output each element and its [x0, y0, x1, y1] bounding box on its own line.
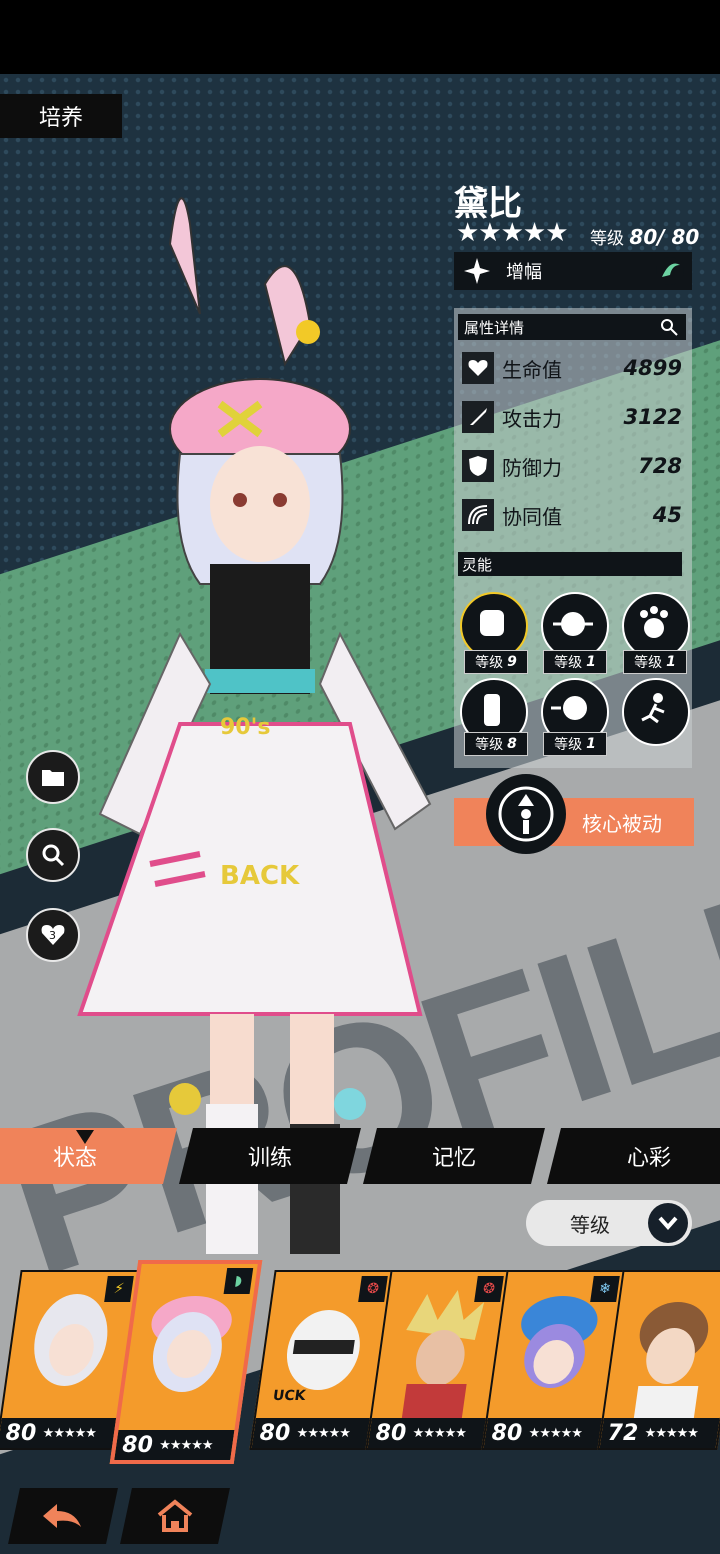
- skill-level-badge: 等级 8: [464, 732, 528, 756]
- folder-icon: [42, 770, 64, 786]
- skill-level-badge: 等级 9: [464, 650, 528, 674]
- character-level: 等级 80/ 80: [590, 224, 699, 249]
- synergy-icon: [462, 499, 494, 531]
- stat-value: 4899: [623, 356, 682, 380]
- skill-running[interactable]: [622, 678, 690, 746]
- tab-training[interactable]: 训练: [179, 1128, 361, 1184]
- wind-element-icon: [656, 257, 684, 285]
- sort-dropdown[interactable]: 等级: [526, 1200, 692, 1246]
- running-figure-icon: [641, 693, 665, 724]
- stat-value: 728: [638, 454, 682, 478]
- stat-label: 攻击力: [502, 406, 562, 431]
- svg-text:3: 3: [49, 929, 56, 942]
- stat-label: 协同值: [502, 504, 562, 529]
- home-button[interactable]: [120, 1488, 230, 1544]
- sort-label: 等级: [570, 1212, 610, 1237]
- stat-label: 生命值: [502, 357, 562, 382]
- character-roster: ⚡ 80 ★★★★★ ◗ 80 ★★★★★ UCK ❂ 80 ★★★★★ ❂ 80 ★★…: [0, 1260, 720, 1466]
- game-screen: PROFILES BACK 90's 培养 3 黛比 ★★★★★ 等级 80/ …: [0, 74, 720, 1554]
- stat-row-attack: 攻击力 3122: [462, 397, 682, 437]
- fist-icon: [480, 610, 504, 636]
- inspect-button[interactable]: [26, 828, 80, 882]
- lightning-element-icon: ⚡: [104, 1276, 134, 1302]
- skill-level-badge: 等级 1: [543, 650, 607, 674]
- level-label: 等级: [590, 229, 624, 249]
- blast-icon: [553, 612, 593, 636]
- attribute-header[interactable]: 属性详情: [458, 314, 686, 340]
- svg-text:90's: 90's: [220, 715, 270, 740]
- level-value: 80/ 80: [629, 225, 700, 249]
- ice-element-icon: ❄: [590, 1276, 620, 1302]
- search-icon[interactable]: [660, 318, 678, 336]
- stat-value: 45: [652, 503, 682, 527]
- folder-button[interactable]: [26, 750, 80, 804]
- chevron-down-icon: [648, 1203, 688, 1243]
- back-button[interactable]: [8, 1488, 118, 1544]
- character-portrait: [633, 1302, 709, 1418]
- core-passive-emblem[interactable]: [486, 774, 566, 854]
- stat-row-synergy: 协同值 45: [462, 495, 682, 535]
- stat-row-defense: 防御力 728: [462, 446, 682, 486]
- core-passive-label: 核心被动: [582, 811, 662, 836]
- psi-header: 灵能: [458, 552, 682, 576]
- psi-title: 灵能: [462, 555, 493, 574]
- character-stars: ★★★★★: [456, 218, 569, 248]
- paw-hand-icon: [640, 606, 668, 638]
- home-icon: [157, 1499, 193, 1532]
- fire-element-icon: ❂: [358, 1276, 388, 1302]
- heart-rank-icon: 3: [41, 925, 65, 945]
- heart-icon: [462, 352, 494, 384]
- stat-label: 防御力: [502, 455, 562, 480]
- fire-element-icon: ❂: [474, 1276, 504, 1302]
- magnifier-icon: [42, 844, 65, 867]
- punch-icon: [551, 696, 587, 720]
- attribute-title: 属性详情: [464, 318, 525, 337]
- page-tag: 培养: [0, 94, 122, 138]
- back-arrow-icon: [43, 1504, 81, 1528]
- amplify-row[interactable]: 增幅: [454, 252, 692, 290]
- skill-level-badge: 等级 1: [623, 650, 687, 674]
- glove-icon: [484, 694, 500, 726]
- svg-text:BACK: BACK: [220, 861, 300, 891]
- spark-icon: [464, 258, 490, 284]
- wind-element-icon: ◗: [223, 1268, 254, 1294]
- tab-bar: 状态 训练 记忆 心彩: [0, 1128, 720, 1184]
- shield-icon: [462, 450, 494, 482]
- active-tab-marker: [76, 1130, 94, 1144]
- skill-level-badge: 等级 1: [543, 732, 607, 756]
- svg-text:UCK: UCK: [272, 1388, 308, 1404]
- heart-rank-button[interactable]: 3: [26, 908, 80, 962]
- tab-memory[interactable]: 记忆: [363, 1128, 545, 1184]
- amplify-label: 增幅: [506, 262, 542, 283]
- tab-heart-color[interactable]: 心彩: [547, 1128, 720, 1184]
- stat-row-hp: 生命值 4899: [462, 348, 682, 388]
- sword-icon: [462, 401, 494, 433]
- core-figure-icon: [498, 786, 554, 842]
- stat-value: 3122: [623, 405, 682, 429]
- character-illustration: BACK 90's: [77, 197, 432, 1254]
